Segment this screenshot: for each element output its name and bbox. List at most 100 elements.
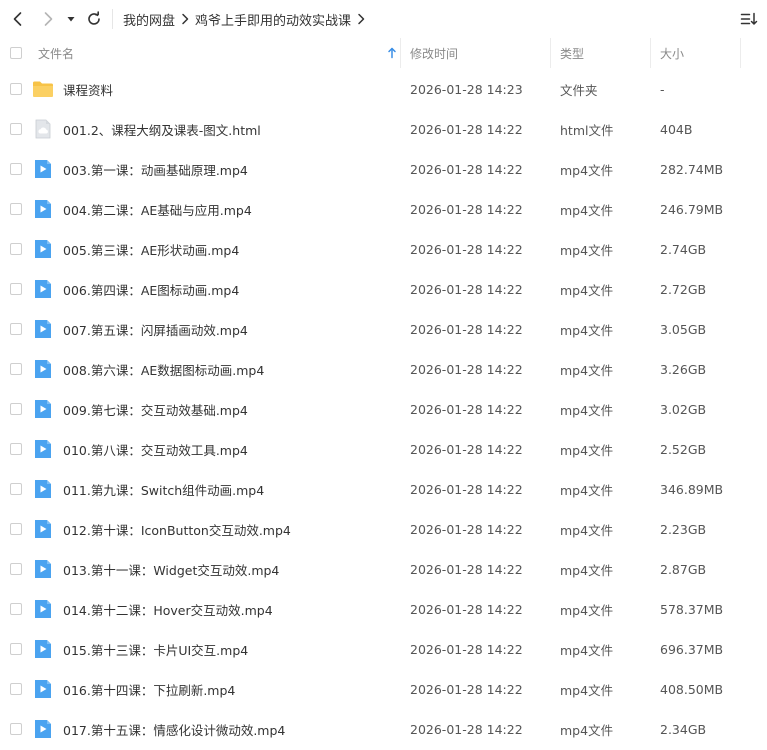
row-checkbox[interactable] [10,523,22,535]
file-modified: 2026-01-28 14:22 [410,521,523,537]
row-checkbox[interactable] [10,323,22,335]
column-divider[interactable] [550,38,551,68]
row-checkbox[interactable] [10,363,22,375]
file-row[interactable]: 课程资料 2026-01-28 14:23 文件夹 - [0,69,767,109]
file-row[interactable]: 007.第五课：闪屏插画动效.mp4 2026-01-28 14:22 mp4文件 3… [0,309,767,349]
row-checkbox[interactable] [10,403,22,415]
file-row[interactable]: 010.第八课：交互动效工具.mp4 2026-01-28 14:22 mp4文件 2… [0,429,767,469]
view-options-button[interactable] [737,7,761,31]
file-type: mp4文件 [560,562,614,578]
row-checkbox[interactable] [10,83,22,95]
row-checkbox[interactable] [10,203,22,215]
column-divider[interactable] [400,38,401,68]
file-type: mp4文件 [560,642,614,658]
file-name[interactable]: 007.第五课：闪屏插画动效.mp4 [63,309,248,349]
select-all-checkbox[interactable] [10,47,22,59]
breadcrumb-root[interactable]: 我的网盘 [123,10,175,29]
file-type: mp4文件 [560,202,614,218]
file-row[interactable]: 013.第十一课：Widget交互动效.mp4 2026-01-28 14:22 m… [0,549,767,589]
column-size-header[interactable]: 大小 [660,38,684,68]
file-name[interactable]: 015.第十三课：卡片UI交互.mp4 [63,629,248,669]
file-size: 2.87GB [660,561,707,577]
file-row[interactable]: 003.第一课：动画基础原理.mp4 2026-01-28 14:22 mp4文件 2… [0,149,767,189]
file-type: mp4文件 [560,162,614,178]
file-size: 2.72GB [660,281,707,297]
file-row[interactable]: 006.第四课：AE图标动画.mp4 2026-01-28 14:22 mp4文件 2… [0,269,767,309]
file-name[interactable]: 013.第十一课：Widget交互动效.mp4 [63,549,279,589]
row-checkbox[interactable] [10,563,22,575]
toolbar-divider [112,9,113,29]
file-name[interactable]: 009.第七课：交互动效基础.mp4 [63,389,248,429]
history-dropdown[interactable] [62,7,80,31]
file-name[interactable]: 010.第八课：交互动效工具.mp4 [63,429,248,469]
column-name-label: 文件名 [38,46,75,61]
file-name[interactable]: 017.第十五课：情感化设计微动效.mp4 [63,709,285,749]
file-name[interactable]: 016.第十四课：下拉刷新.mp4 [63,669,235,709]
file-size: 2.52GB [660,441,707,457]
video-file-icon [32,399,54,419]
file-row[interactable]: 005.第三课：AE形状动画.mp4 2026-01-28 14:22 mp4文件 2… [0,229,767,269]
file-type: mp4文件 [560,362,614,378]
breadcrumb-current[interactable]: 鸡爷上手即用的动效实战课 [195,10,351,29]
row-checkbox[interactable] [10,123,22,135]
file-type: mp4文件 [560,522,614,538]
file-size: 346.89MB [660,481,724,497]
file-row[interactable]: 014.第十二课：Hover交互动效.mp4 2026-01-28 14:22 mp… [0,589,767,629]
row-checkbox[interactable] [10,443,22,455]
file-size: 2.23GB [660,521,707,537]
video-file-icon [32,279,54,299]
file-size: 578.37MB [660,601,724,617]
row-checkbox[interactable] [10,243,22,255]
file-size: 282.74MB [660,161,724,177]
file-row[interactable]: 009.第七课：交互动效基础.mp4 2026-01-28 14:22 mp4文件 3… [0,389,767,429]
row-checkbox[interactable] [10,643,22,655]
file-type: 文件夹 [560,82,598,98]
file-type: mp4文件 [560,602,614,618]
column-name-header[interactable]: 文件名 [38,38,74,68]
file-name[interactable]: 011.第九课：Switch组件动画.mp4 [63,469,264,509]
file-name[interactable]: 005.第三课：AE形状动画.mp4 [63,229,239,269]
chevron-left-icon [13,12,22,26]
row-checkbox[interactable] [10,483,22,495]
file-name[interactable]: 001.2、课程大纲及课表-图文.html [63,109,261,149]
file-row[interactable]: 004.第二课：AE基础与应用.mp4 2026-01-28 14:22 mp4文件… [0,189,767,229]
file-modified: 2026-01-28 14:22 [410,281,523,297]
file-row[interactable]: 011.第九课：Switch组件动画.mp4 2026-01-28 14:22 mp… [0,469,767,509]
file-name[interactable]: 006.第四课：AE图标动画.mp4 [63,269,239,309]
forward-button[interactable] [36,7,60,31]
file-modified: 2026-01-28 14:22 [410,201,523,217]
column-divider[interactable] [650,38,651,68]
file-name[interactable]: 008.第六课：AE数据图标动画.mp4 [63,349,264,389]
file-name[interactable]: 004.第二课：AE基础与应用.mp4 [63,189,252,229]
column-type-header[interactable]: 类型 [560,38,584,68]
video-file-icon [32,319,54,339]
file-name[interactable]: 012.第十课：IconButton交互动效.mp4 [63,509,291,549]
file-row[interactable]: 016.第十四课：下拉刷新.mp4 2026-01-28 14:22 mp4文件 40… [0,669,767,709]
row-checkbox[interactable] [10,723,22,735]
file-name[interactable]: 课程资料 [63,69,113,109]
file-row[interactable]: 015.第十三课：卡片UI交互.mp4 2026-01-28 14:22 mp4文件… [0,629,767,669]
file-row[interactable]: 017.第十五课：情感化设计微动效.mp4 2026-01-28 14:22 mp4… [0,709,767,749]
sort-ascending-icon[interactable] [387,47,397,59]
row-checkbox[interactable] [10,683,22,695]
sort-list-icon [740,12,758,25]
caret-down-icon [67,17,75,22]
file-modified: 2026-01-28 14:22 [410,161,523,177]
breadcrumb-expand-icon[interactable] [351,13,371,25]
file-type: mp4文件 [560,322,614,338]
row-checkbox[interactable] [10,283,22,295]
file-row[interactable]: 001.2、课程大纲及课表-图文.html 2026-01-28 14:22 htm… [0,109,767,149]
file-name[interactable]: 003.第一课：动画基础原理.mp4 [63,149,248,189]
file-modified: 2026-01-28 14:22 [410,401,523,417]
file-row[interactable]: 008.第六课：AE数据图标动画.mp4 2026-01-28 14:22 mp4文… [0,349,767,389]
column-modified-header[interactable]: 修改时间 [410,38,458,68]
file-modified: 2026-01-28 14:22 [410,121,523,137]
row-checkbox[interactable] [10,163,22,175]
file-row[interactable]: 012.第十课：IconButton交互动效.mp4 2026-01-28 14:… [0,509,767,549]
row-checkbox[interactable] [10,603,22,615]
file-modified: 2026-01-28 14:22 [410,361,523,377]
refresh-button[interactable] [82,7,106,31]
column-divider[interactable] [740,38,741,68]
back-button[interactable] [6,7,30,31]
file-name[interactable]: 014.第十二课：Hover交互动效.mp4 [63,589,273,629]
